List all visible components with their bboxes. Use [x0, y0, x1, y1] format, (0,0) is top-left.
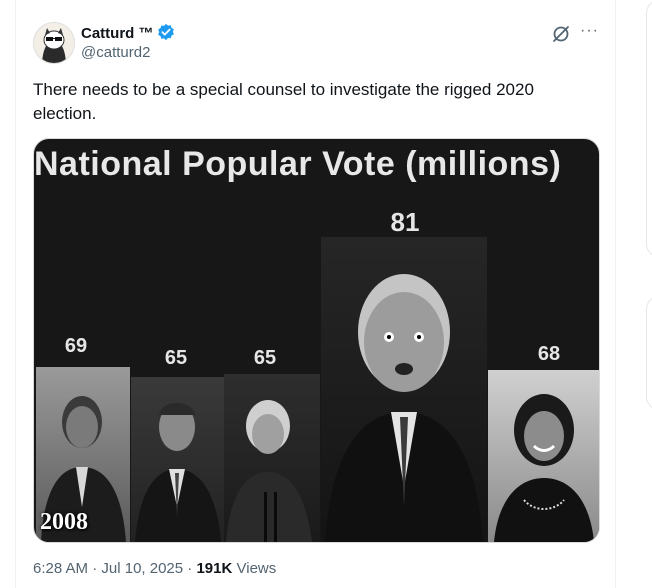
candidate-photo-bar [131, 377, 224, 542]
tweet-date[interactable]: Jul 10, 2025 [101, 560, 183, 577]
verified-badge-icon[interactable] [157, 23, 175, 41]
sidebar-card-edge [646, 0, 652, 257]
footer-separator: · [187, 560, 193, 577]
image-title: National Popular Vote (millions) [34, 145, 562, 183]
year-label: 2008 [40, 509, 88, 535]
candidate-photo-bar [321, 237, 487, 542]
vote-value-label: 81 [390, 207, 420, 237]
portrait-icon [494, 394, 594, 542]
tweet-media-image[interactable]: National Popular Vote (millions) 69 65 6… [33, 138, 600, 543]
vote-value-label: 65 [253, 347, 277, 369]
candidate-photo-bar [488, 370, 599, 542]
more-horizontal-icon: ··· [580, 22, 599, 39]
vote-value-label: 69 [64, 335, 88, 357]
more-options-button[interactable]: ··· [580, 22, 599, 40]
sidebar-card-edge [646, 296, 652, 410]
portrait-icon [325, 274, 483, 542]
tweet-footer: 6:28 AM · Jul 10, 2025 · 191K Views [33, 560, 276, 577]
vote-value-label: 68 [537, 343, 561, 365]
footer-separator: · [92, 560, 98, 577]
portrait-icon [226, 400, 312, 542]
candidate-photo-bar [224, 374, 320, 542]
timeline-left-border [15, 0, 16, 588]
candidate-photo-bar: 2008 [36, 367, 130, 542]
portrait-icon [135, 403, 221, 542]
timeline-right-border [615, 0, 616, 588]
author-name-text[interactable]: Catturd ™ [81, 25, 154, 42]
tweet-time[interactable]: 6:28 AM [33, 560, 88, 577]
grok-slash-icon[interactable] [551, 24, 571, 44]
author-handle[interactable]: @catturd2 [81, 44, 150, 61]
vote-value-label: 65 [164, 347, 188, 369]
cat-avatar-icon [34, 23, 74, 63]
author-name[interactable]: Catturd ™ [81, 23, 175, 42]
tweet-text: There needs to be a special counsel to i… [33, 80, 534, 123]
avatar[interactable] [33, 22, 75, 64]
views-label[interactable]: Views [237, 560, 277, 577]
views-count[interactable]: 191K [196, 560, 232, 577]
